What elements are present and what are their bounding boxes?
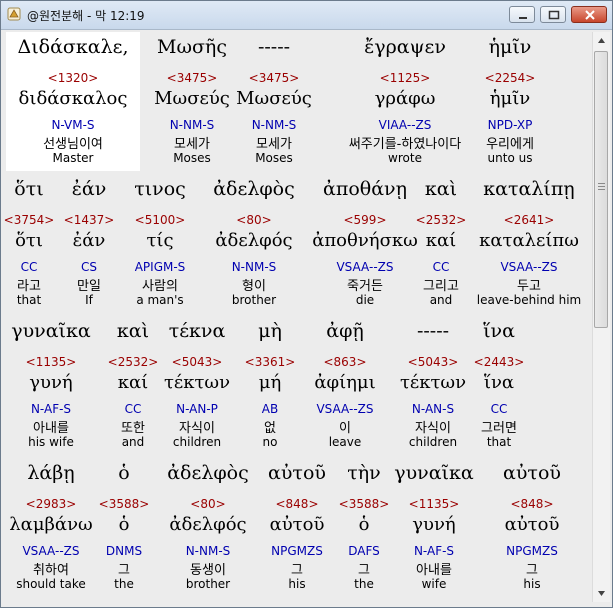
word-cell[interactable]: ----- <3475> Μωσεύς N-NM-S 모세가 Moses — [199, 36, 349, 171]
english-gloss: that — [486, 435, 512, 449]
scrollbar-thumb[interactable] — [594, 51, 608, 328]
korean-gloss: 두고 — [517, 279, 541, 294]
greek-word: καταλίπῃ — [483, 178, 575, 200]
english-gloss: leave-behind him — [476, 293, 582, 307]
greek-word: αὐτοῦ — [503, 462, 561, 484]
parsing-code: NPD-XP — [487, 118, 533, 132]
greek-word: ἡμῖν — [488, 36, 532, 58]
strongs-number: <2641> — [503, 213, 555, 227]
parsing-code: N-NM-S — [251, 118, 297, 132]
greek-word: ἵνα — [483, 320, 515, 342]
parsing-code: CC — [490, 402, 508, 416]
word-cell[interactable]: ἵνα <2443> ἵνα CC 그러면 that — [424, 320, 574, 455]
lemma: ἵνα — [483, 372, 515, 393]
strongs-number: <3475> — [248, 71, 300, 85]
lemma: Μωσεύς — [236, 88, 312, 109]
interlinear-panel[interactable]: Διδάσκαλε, <1320> διδάσκαλος N-VM-S 선생님이여 Mas… — [4, 32, 589, 602]
title-bar[interactable]: @원전분해 - 막 12:19 — [1, 1, 612, 30]
lemma: καταλείπω — [479, 230, 579, 251]
close-icon — [585, 10, 595, 20]
minimize-icon — [519, 17, 527, 19]
lemma: ἡμῖν — [489, 88, 531, 109]
close-button[interactable] — [571, 6, 607, 23]
english-gloss: unto us — [487, 151, 533, 165]
english-gloss: Moses — [255, 151, 293, 165]
word-cell[interactable]: καταλίπῃ <2641> καταλείπω VSAA--ZS 두고 leave-b… — [454, 178, 604, 313]
word-cell[interactable]: αὐτοῦ <848> αὐτοῦ NPGMZS 그 his — [457, 462, 607, 597]
parsing-code: NPGMZS — [506, 544, 558, 558]
word-cell[interactable]: ἡμῖν <2254> ἡμῖν NPD-XP 우리에게 unto us — [435, 36, 585, 171]
app-window: @원전분해 - 막 12:19 Διδάσκαλε, <1320> διδάσκαλ… — [0, 0, 613, 608]
korean-gloss: 그 — [526, 563, 538, 578]
korean-gloss: 우리에게 — [486, 137, 534, 152]
korean-gloss: 그러면 — [481, 421, 517, 436]
strongs-number: <848> — [510, 497, 554, 511]
maximize-icon — [548, 10, 560, 20]
english-gloss: his — [523, 577, 541, 591]
parsing-code: VSAA--ZS — [500, 260, 558, 274]
lemma: αὐτοῦ — [504, 514, 560, 535]
scroll-up-arrow-icon[interactable] — [593, 32, 610, 49]
vertical-scrollbar[interactable] — [592, 32, 610, 602]
strongs-number: <2254> — [484, 71, 536, 85]
minimize-button[interactable] — [509, 6, 535, 23]
app-icon — [7, 7, 21, 21]
greek-word: ----- — [257, 36, 291, 58]
window-title: @원전분해 - 막 12:19 — [27, 9, 145, 23]
maximize-button[interactable] — [540, 6, 566, 23]
scroll-down-arrow-icon[interactable] — [593, 585, 610, 602]
korean-gloss: 모세가 — [256, 137, 292, 152]
strongs-number: <2443> — [473, 355, 525, 369]
